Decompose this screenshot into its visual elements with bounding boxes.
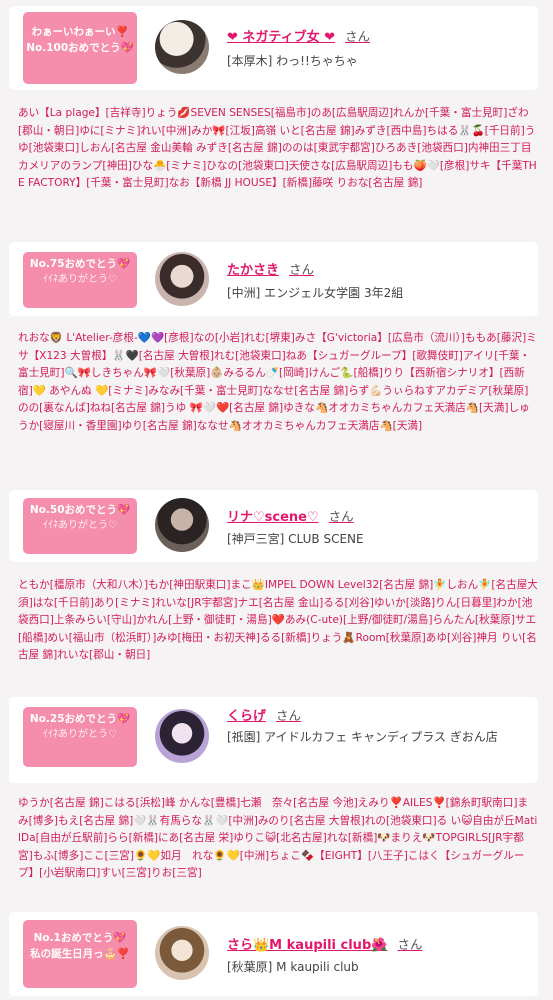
user-name[interactable]: たかさき: [227, 263, 279, 278]
user-name-link[interactable]: くらげ さん: [227, 705, 301, 724]
user-name-link[interactable]: さら👑M kaupili club🌺 さん: [227, 934, 422, 953]
milestone-badge: No.1おめでとう💖 私の誕生日月っ🎂❣️: [23, 920, 137, 988]
user-name[interactable]: ❤ ネガティブ女 ❤: [227, 30, 335, 45]
avatar[interactable]: [155, 252, 209, 306]
avatar[interactable]: [155, 926, 209, 980]
milestone-badge: No.25おめでとう💖 ｲｲﾈありがとう♡: [23, 707, 137, 767]
ranking-card-25[interactable]: No.25おめでとう💖 ｲｲﾈありがとう♡ くらげ さん [祇園] アイドルカフェ…: [9, 697, 538, 783]
shop-info: [中洲] エンジェル女学園 3年2組: [227, 286, 404, 300]
user-name[interactable]: リナ♡scene♡: [227, 510, 319, 525]
page: わぁーいわぁーい❣️ No.100おめでとう💖 ❤ ネガティブ女 ❤ さん [本厚…: [0, 0, 553, 1000]
ranking-card-100[interactable]: わぁーいわぁーい❣️ No.100おめでとう💖 ❤ ネガティブ女 ❤ さん [本厚…: [9, 6, 538, 90]
badge-line1: No.25おめでとう💖: [29, 713, 131, 725]
honorific: さん: [328, 509, 354, 524]
badge-line1: No.75おめでとう💖: [29, 258, 131, 270]
user-name[interactable]: さら👑M kaupili club🌺: [227, 938, 387, 953]
badge-line1: わぁーいわぁーい❣️: [31, 26, 129, 38]
ranking-card-75[interactable]: No.75おめでとう💖 ｲｲﾈありがとう♡ たかさき さん [中洲] エンジェル女…: [9, 242, 538, 316]
user-name-link[interactable]: リナ♡scene♡ さん: [227, 506, 354, 525]
ranking-card-1[interactable]: No.1おめでとう💖 私の誕生日月っ🎂❣️ さら👑M kaupili club🌺…: [9, 912, 538, 996]
honorific: さん: [397, 937, 423, 952]
badge-line2: No.100おめでとう💖: [26, 42, 134, 54]
avatar[interactable]: [155, 20, 209, 74]
user-name[interactable]: くらげ: [227, 709, 266, 724]
badge-line2: ｲｲﾈありがとう♡: [43, 520, 117, 531]
milestone-badge: No.50おめでとう💖 ｲｲﾈありがとう♡: [23, 498, 137, 554]
user-name-link[interactable]: ❤ ネガティブ女 ❤ さん: [227, 26, 370, 45]
message-list[interactable]: ともか[橿原市（大和八木）]もか[神田駅東口]まこ👑IMPEL DOWN Lev…: [18, 577, 538, 665]
milestone-badge: No.75おめでとう💖 ｲｲﾈありがとう♡: [23, 252, 137, 308]
shop-info: [本厚木] わっ!!ちゃちゃ: [227, 54, 358, 68]
shop-info: [秋葉原] M kaupili club: [227, 960, 359, 974]
honorific: さん: [345, 29, 371, 44]
honorific: さん: [276, 708, 302, 723]
message-list[interactable]: ゆうか[名古屋 錦]こはる[浜松]峰 かんな[豊橋]七瀬 奈々[名古屋 今池]え…: [18, 795, 538, 883]
avatar[interactable]: [155, 709, 209, 763]
badge-line1: No.1おめでとう💖: [33, 932, 127, 944]
avatar[interactable]: [155, 498, 209, 552]
message-list[interactable]: あい【La plage】[吉祥寺]りょう💋SEVEN SENSES[福島市]のあ…: [18, 105, 538, 193]
ranking-card-50[interactable]: No.50おめでとう💖 ｲｲﾈありがとう♡ リナ♡scene♡ さん [神戸三宮]…: [9, 490, 538, 562]
shop-info: [祇園] アイドルカフェ キャンディプラス ぎおん店: [227, 730, 498, 744]
message-list[interactable]: れおな🦁 L'Atelier-彦根-💙💜[彦根]なの[小岩]れむ[堺東]みさ【G…: [18, 330, 538, 435]
milestone-badge: わぁーいわぁーい❣️ No.100おめでとう💖: [23, 12, 137, 84]
honorific: さん: [289, 262, 315, 277]
user-name-link[interactable]: たかさき さん: [227, 259, 314, 278]
shop-info: [神戸三宮] CLUB SCENE: [227, 532, 364, 546]
badge-line2: 私の誕生日月っ🎂❣️: [30, 948, 130, 960]
badge-line2: ｲｲﾈありがとう♡: [43, 274, 117, 285]
badge-line2: ｲｲﾈありがとう♡: [43, 729, 117, 740]
badge-line1: No.50おめでとう💖: [29, 504, 131, 516]
